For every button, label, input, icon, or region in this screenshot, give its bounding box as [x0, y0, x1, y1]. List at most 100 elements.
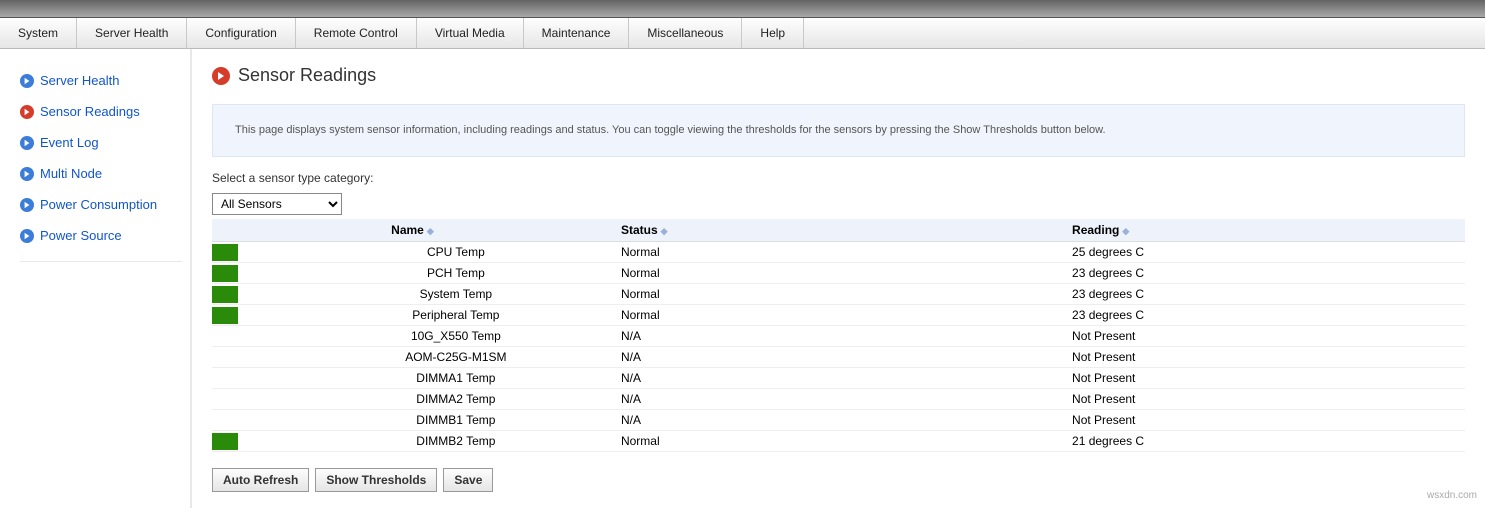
status-swatch-cell: [212, 410, 299, 431]
sensor-name: PCH Temp: [299, 263, 613, 284]
sidebar-item-sensor-readings[interactable]: Sensor Readings: [20, 96, 182, 127]
status-swatch-cell: [212, 326, 299, 347]
table-row[interactable]: DIMMA2 TempN/ANot Present: [212, 389, 1465, 410]
sensor-reading: Not Present: [1064, 410, 1465, 431]
arrow-right-icon: [20, 167, 34, 181]
sidebar-item-label: Server Health: [40, 73, 119, 88]
menu-system[interactable]: System: [0, 18, 77, 48]
content-area: Sensor Readings This page displays syste…: [192, 49, 1485, 508]
arrow-right-icon: [20, 74, 34, 88]
table-row[interactable]: PCH TempNormal23 degrees C: [212, 263, 1465, 284]
status-swatch-cell: [212, 389, 299, 410]
status-swatch: [212, 433, 238, 450]
status-swatch: [212, 370, 238, 387]
info-box: This page displays system sensor informa…: [212, 104, 1465, 157]
sidebar-item-power-consumption[interactable]: Power Consumption: [20, 189, 182, 220]
info-text: This page displays system sensor informa…: [235, 124, 1106, 136]
menu-remote-control[interactable]: Remote Control: [296, 18, 417, 48]
sidebar-item-label: Power Consumption: [40, 197, 157, 212]
sensor-reading: 25 degrees C: [1064, 242, 1465, 263]
sensor-name: DIMMA1 Temp: [299, 368, 613, 389]
sensor-status: Normal: [613, 431, 1064, 452]
sensor-name: DIMMB1 Temp: [299, 410, 613, 431]
sort-icon: ◆: [427, 226, 434, 236]
menu-maintenance[interactable]: Maintenance: [524, 18, 630, 48]
sidebar-item-multi-node[interactable]: Multi Node: [20, 158, 182, 189]
sensor-status: Normal: [613, 242, 1064, 263]
table-row[interactable]: DIMMB2 TempNormal21 degrees C: [212, 431, 1465, 452]
sensor-status: N/A: [613, 347, 1064, 368]
sort-icon: ◆: [661, 226, 668, 236]
status-swatch: [212, 265, 238, 282]
menu-help[interactable]: Help: [742, 18, 804, 48]
sensor-name: DIMMA2 Temp: [299, 389, 613, 410]
main-menubar: System Server Health Configuration Remot…: [0, 18, 1485, 49]
col-header-reading[interactable]: Reading◆: [1064, 219, 1465, 242]
arrow-right-icon: [20, 136, 34, 150]
status-swatch-cell: [212, 242, 299, 263]
auto-refresh-button[interactable]: Auto Refresh: [212, 468, 309, 492]
sidebar-item-label: Event Log: [40, 135, 99, 150]
status-swatch: [212, 244, 238, 261]
page-title: Sensor Readings: [212, 65, 1465, 86]
table-row[interactable]: DIMMB1 TempN/ANot Present: [212, 410, 1465, 431]
page-title-text: Sensor Readings: [238, 65, 376, 86]
status-swatch-cell: [212, 431, 299, 452]
sidebar-item-server-health[interactable]: Server Health: [20, 65, 182, 96]
sensor-reading: Not Present: [1064, 326, 1465, 347]
sensor-table: Name◆ Status◆ Reading◆ CPU TempNormal25 …: [212, 219, 1465, 452]
sensor-category-select[interactable]: All Sensors: [212, 193, 342, 215]
status-swatch: [212, 391, 238, 408]
sensor-name: AOM-C25G-M1SM: [299, 347, 613, 368]
col-header-status[interactable]: Status◆: [613, 219, 1064, 242]
top-gradient-bar: [0, 0, 1485, 18]
sensor-reading: Not Present: [1064, 368, 1465, 389]
arrow-right-icon: [20, 105, 34, 119]
sidebar-item-power-source[interactable]: Power Source: [20, 220, 182, 251]
table-row[interactable]: DIMMA1 TempN/ANot Present: [212, 368, 1465, 389]
sensor-status: N/A: [613, 326, 1064, 347]
sensor-reading: 21 degrees C: [1064, 431, 1465, 452]
sensor-reading: 23 degrees C: [1064, 305, 1465, 326]
status-swatch: [212, 286, 238, 303]
status-swatch: [212, 412, 238, 429]
menu-miscellaneous[interactable]: Miscellaneous: [629, 18, 742, 48]
sensor-status: Normal: [613, 284, 1064, 305]
sidebar-divider: [20, 261, 182, 262]
sensor-status: Normal: [613, 263, 1064, 284]
sensor-reading: Not Present: [1064, 347, 1465, 368]
sensor-reading: 23 degrees C: [1064, 263, 1465, 284]
sidebar-item-label: Power Source: [40, 228, 122, 243]
col-header-name[interactable]: Name◆: [212, 219, 613, 242]
sidebar-item-event-log[interactable]: Event Log: [20, 127, 182, 158]
table-row[interactable]: 10G_X550 TempN/ANot Present: [212, 326, 1465, 347]
table-row[interactable]: AOM-C25G-M1SMN/ANot Present: [212, 347, 1465, 368]
watermark: wsxdn.com: [1427, 490, 1477, 501]
sort-icon: ◆: [1122, 226, 1129, 236]
sensor-name: Peripheral Temp: [299, 305, 613, 326]
button-row: Auto Refresh Show Thresholds Save: [212, 468, 1465, 492]
arrow-right-icon: [20, 198, 34, 212]
menu-server-health[interactable]: Server Health: [77, 18, 187, 48]
sensor-reading: Not Present: [1064, 389, 1465, 410]
show-thresholds-button[interactable]: Show Thresholds: [315, 468, 437, 492]
status-swatch-cell: [212, 284, 299, 305]
status-swatch: [212, 307, 238, 324]
sensor-status: N/A: [613, 389, 1064, 410]
save-button[interactable]: Save: [443, 468, 493, 492]
sensor-name: System Temp: [299, 284, 613, 305]
table-row[interactable]: CPU TempNormal25 degrees C: [212, 242, 1465, 263]
sensor-reading: 23 degrees C: [1064, 284, 1465, 305]
sensor-name: CPU Temp: [299, 242, 613, 263]
sensor-table-body: CPU TempNormal25 degrees CPCH TempNormal…: [212, 242, 1465, 452]
status-swatch-cell: [212, 368, 299, 389]
sensor-status: Normal: [613, 305, 1064, 326]
menu-virtual-media[interactable]: Virtual Media: [417, 18, 524, 48]
table-row[interactable]: System TempNormal23 degrees C: [212, 284, 1465, 305]
status-swatch-cell: [212, 263, 299, 284]
arrow-right-icon: [212, 67, 230, 85]
sidebar-item-label: Sensor Readings: [40, 104, 140, 119]
menu-configuration[interactable]: Configuration: [187, 18, 295, 48]
sidebar: Server Health Sensor Readings Event Log …: [0, 49, 192, 508]
table-row[interactable]: Peripheral TempNormal23 degrees C: [212, 305, 1465, 326]
